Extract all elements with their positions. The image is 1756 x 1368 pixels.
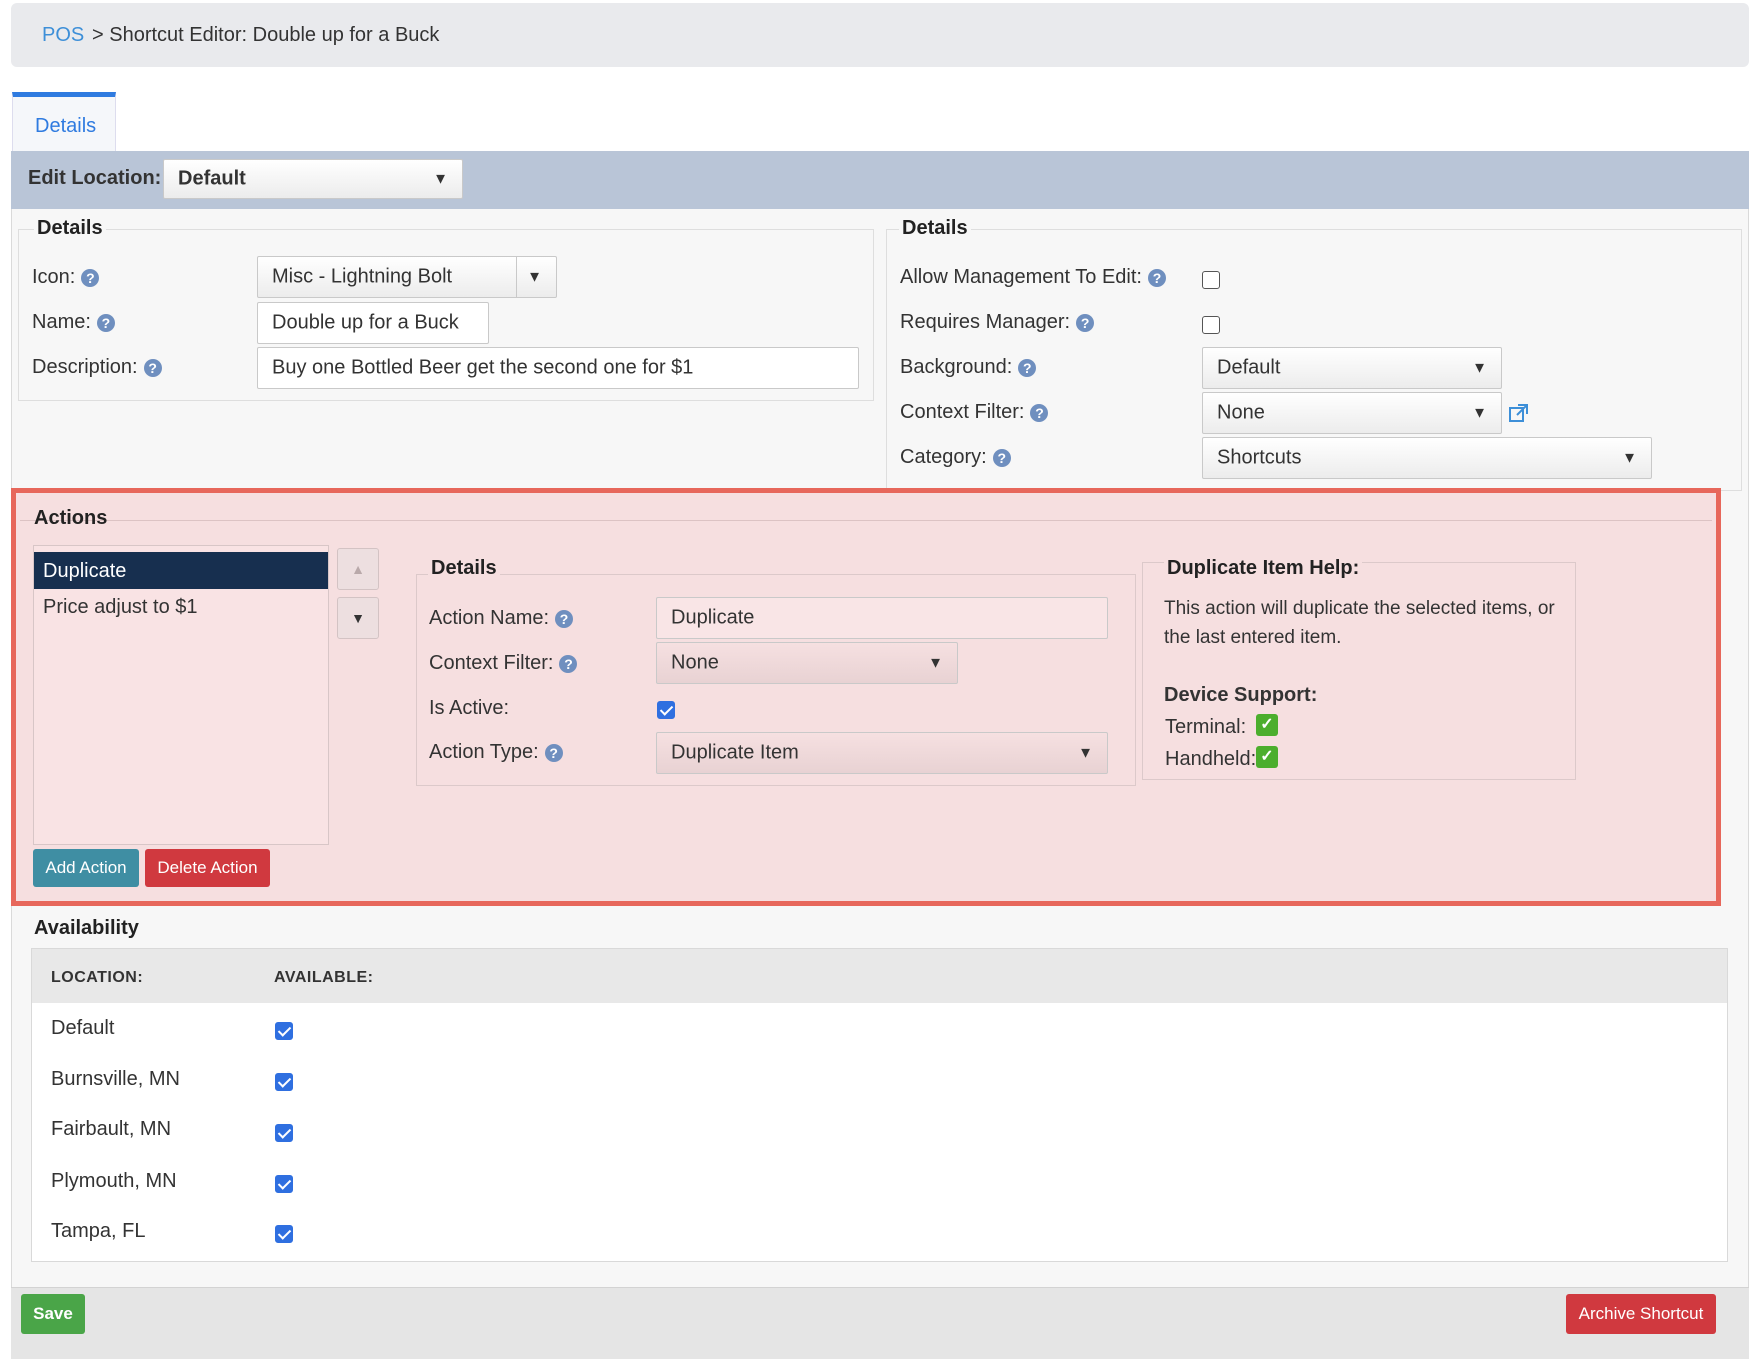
move-down-button[interactable]: ▼: [337, 597, 379, 639]
chevron-down-icon: ▼: [527, 268, 542, 286]
action-name-label: Action Name:?: [429, 607, 574, 630]
table-row-location: Burnsville, MN: [51, 1068, 180, 1090]
description-label: Description:?: [32, 356, 162, 379]
allow-management-checkbox[interactable]: [1202, 271, 1220, 289]
help-icon[interactable]: ?: [992, 448, 1011, 467]
help-title: Duplicate Item Help:: [1164, 557, 1363, 580]
move-up-button[interactable]: ▲: [337, 548, 379, 590]
description-input-value: Buy one Bottled Beer get the second one …: [272, 356, 694, 379]
external-link-icon[interactable]: [1508, 402, 1530, 424]
context-filter-select[interactable]: None ▼: [1202, 392, 1502, 434]
name-label: Name:?: [32, 311, 115, 334]
add-action-button[interactable]: Add Action: [33, 849, 139, 887]
background-label: Background:?: [900, 356, 1037, 379]
help-icon[interactable]: ?: [559, 654, 578, 673]
category-select-value: Shortcuts: [1217, 446, 1302, 469]
edit-location-value: Default: [178, 167, 246, 190]
save-button[interactable]: Save: [21, 1294, 85, 1334]
chevron-down-icon: ▼: [1622, 449, 1637, 467]
requires-manager-checkbox[interactable]: [1202, 316, 1220, 334]
background-select-value: Default: [1217, 356, 1281, 379]
context-filter-label: Context Filter:?: [900, 401, 1049, 424]
action-name-input-value: Duplicate: [671, 606, 755, 629]
icon-label: Icon:?: [32, 266, 100, 289]
action-type-select[interactable]: Duplicate Item ▼: [656, 732, 1108, 774]
delete-action-button[interactable]: Delete Action: [145, 849, 270, 887]
footer-bar: [11, 1287, 1749, 1359]
background-select[interactable]: Default ▼: [1202, 347, 1502, 389]
actions-legend: Actions: [34, 507, 108, 529]
tab-details-label: Details: [35, 115, 97, 137]
help-icon[interactable]: ?: [1030, 403, 1049, 422]
icon-select-value: Misc - Lightning Bolt: [272, 265, 453, 288]
actions-list[interactable]: [33, 545, 329, 845]
action-details-legend: Details: [428, 557, 500, 580]
actions-divider: [20, 520, 1712, 521]
chevron-down-icon: ▼: [433, 170, 448, 188]
availability-checkbox[interactable]: [275, 1175, 293, 1193]
help-text-line2: the last entered item.: [1164, 627, 1342, 648]
edit-location-label: Edit Location:: [28, 167, 162, 189]
help-text-line1: This action will duplicate the selected …: [1164, 598, 1555, 619]
chevron-down-icon: ▼: [1472, 404, 1487, 422]
handheld-label: Handheld:: [1165, 748, 1257, 770]
chevron-down-icon: ▼: [1472, 359, 1487, 377]
tab-details[interactable]: Details: [12, 92, 116, 152]
terminal-supported-check-icon: ✓: [1256, 714, 1278, 736]
availability-checkbox[interactable]: [275, 1073, 293, 1091]
category-select[interactable]: Shortcuts ▼: [1202, 437, 1652, 479]
select-divider: [516, 257, 517, 297]
name-input[interactable]: Double up for a Buck: [257, 302, 489, 344]
table-row-location: Tampa, FL: [51, 1220, 146, 1242]
is-active-label: Is Active:: [429, 697, 510, 719]
action-context-filter-label: Context Filter:?: [429, 652, 578, 675]
device-support-heading: Device Support:: [1164, 684, 1318, 706]
action-context-filter-select[interactable]: None ▼: [656, 642, 958, 684]
details-right-legend: Details: [899, 217, 971, 240]
archive-shortcut-button[interactable]: Archive Shortcut: [1566, 1294, 1716, 1334]
availability-legend: Availability: [34, 917, 139, 939]
details-left-legend: Details: [34, 217, 106, 240]
help-icon[interactable]: ?: [555, 609, 574, 628]
terminal-label: Terminal:: [1165, 716, 1247, 738]
help-icon[interactable]: ?: [143, 358, 162, 377]
description-input[interactable]: Buy one Bottled Beer get the second one …: [257, 347, 859, 389]
help-icon[interactable]: ?: [1018, 358, 1037, 377]
table-row-location: Fairbault, MN: [51, 1118, 172, 1140]
breadcrumb-link-pos[interactable]: POS: [42, 24, 84, 47]
column-header-available: AVAILABLE:: [274, 969, 374, 986]
chevron-down-icon: ▼: [1078, 744, 1093, 762]
help-icon[interactable]: ?: [81, 268, 100, 287]
availability-checkbox[interactable]: [275, 1022, 293, 1040]
chevron-down-icon: ▼: [928, 654, 943, 672]
column-header-location: LOCATION:: [51, 969, 144, 986]
category-label: Category:?: [900, 446, 1011, 469]
list-item[interactable]: Price adjust to $1: [43, 596, 198, 619]
action-type-label: Action Type:?: [429, 741, 563, 764]
context-filter-select-value: None: [1217, 401, 1265, 424]
help-icon[interactable]: ?: [1076, 313, 1095, 332]
list-item-selected[interactable]: Duplicate: [34, 552, 328, 589]
table-row-location: Plymouth, MN: [51, 1170, 177, 1192]
action-type-value: Duplicate Item: [671, 741, 799, 764]
edit-location-select[interactable]: Default ▼: [163, 159, 463, 199]
help-icon[interactable]: ?: [96, 313, 115, 332]
action-name-input[interactable]: Duplicate: [656, 597, 1108, 639]
action-context-filter-value: None: [671, 651, 719, 674]
help-icon[interactable]: ?: [1147, 268, 1166, 287]
availability-checkbox[interactable]: [275, 1225, 293, 1243]
name-input-value: Double up for a Buck: [272, 311, 459, 334]
handheld-supported-check-icon: ✓: [1256, 746, 1278, 768]
is-active-checkbox[interactable]: [657, 701, 675, 719]
table-row-location: Default: [51, 1017, 115, 1039]
allow-management-label: Allow Management To Edit:?: [900, 266, 1166, 289]
icon-select[interactable]: Misc - Lightning Bolt ▼: [257, 256, 557, 298]
breadcrumb-current: > Shortcut Editor: Double up for a Buck: [92, 24, 440, 46]
availability-checkbox[interactable]: [275, 1124, 293, 1142]
help-icon[interactable]: ?: [544, 743, 563, 762]
requires-manager-label: Requires Manager:?: [900, 311, 1095, 334]
